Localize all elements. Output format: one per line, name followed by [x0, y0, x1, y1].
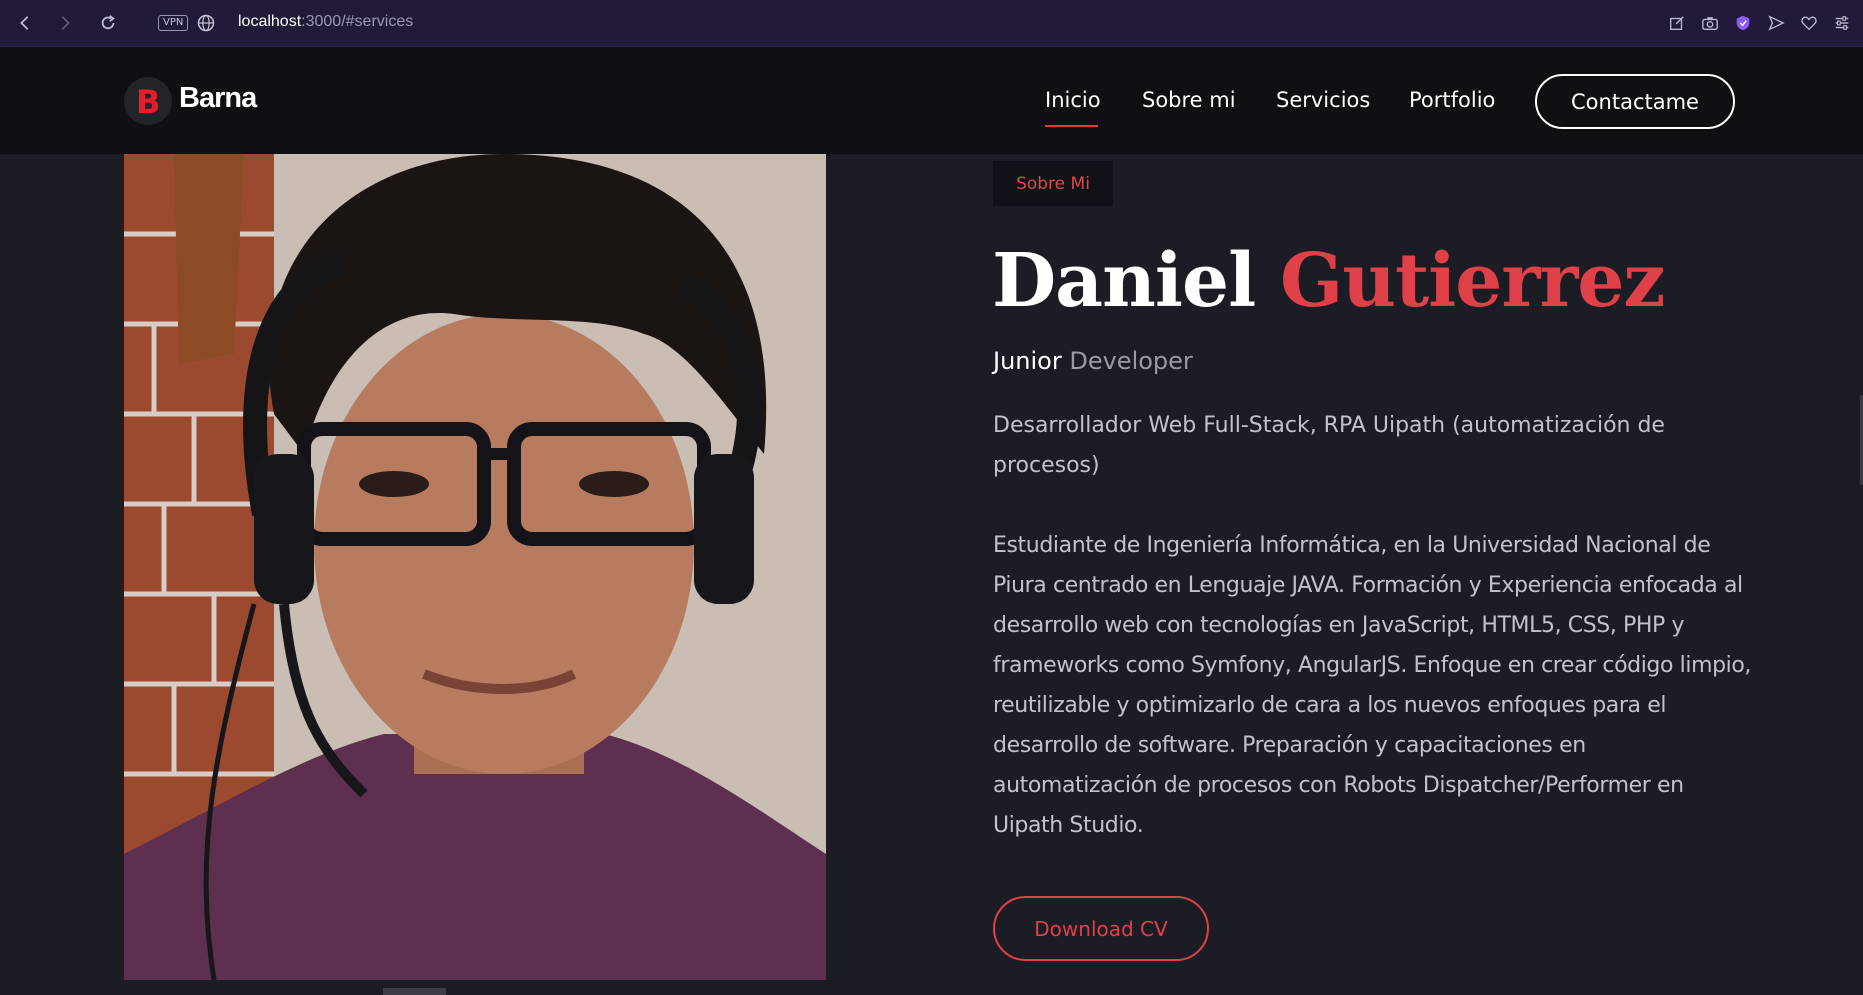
back-button[interactable]: [12, 10, 38, 36]
logo-icon[interactable]: B: [124, 77, 172, 125]
browser-toolbar: VPN localhost:3000/#services: [0, 0, 1863, 47]
forward-button[interactable]: [52, 10, 78, 36]
nav-item-inicio[interactable]: Inicio: [1045, 88, 1101, 112]
logo-letter: B: [136, 83, 161, 121]
brand-name[interactable]: Barna: [179, 82, 257, 115]
download-cv-button[interactable]: Download CV: [993, 896, 1209, 961]
profile-name: Daniel Gutierrez: [992, 238, 1665, 324]
lead-text: Desarrollador Web Full-Stack, RPA Uipath…: [993, 413, 1665, 478]
url-path: :3000/#services: [301, 13, 414, 30]
reload-button[interactable]: [95, 10, 121, 36]
last-name: Gutierrez: [1280, 238, 1665, 324]
active-nav-indicator: [1045, 125, 1098, 127]
settings-sliders-icon[interactable]: [1831, 12, 1853, 34]
nav-item-sobre-mi[interactable]: Sobre mi: [1142, 88, 1236, 112]
heart-icon[interactable]: [1798, 12, 1820, 34]
url-host: localhost: [238, 13, 302, 30]
role-developer: Developer: [1069, 347, 1193, 375]
edit-icon[interactable]: [1666, 12, 1688, 34]
profile-photo: [124, 154, 826, 980]
camera-icon[interactable]: [1699, 12, 1721, 34]
contact-button[interactable]: Contactame: [1535, 74, 1735, 129]
role-junior: Junior: [993, 347, 1062, 375]
globe-icon: [197, 14, 215, 32]
section-tag: Sobre Mi: [993, 161, 1113, 206]
send-icon[interactable]: [1765, 12, 1787, 34]
first-name: Daniel: [992, 238, 1256, 324]
nav-item-servicios[interactable]: Servicios: [1276, 88, 1370, 112]
address-bar[interactable]: localhost:3000/#services: [238, 13, 413, 31]
role-title: Junior Developer: [993, 347, 1193, 375]
nav-item-portfolio[interactable]: Portfolio: [1409, 88, 1495, 112]
vpn-badge[interactable]: VPN: [158, 15, 189, 31]
horizontal-scrollbar[interactable]: [383, 988, 446, 995]
bio-text: Estudiante de Ingeniería Informática, en…: [993, 533, 1752, 838]
shield-icon[interactable]: [1732, 12, 1754, 34]
